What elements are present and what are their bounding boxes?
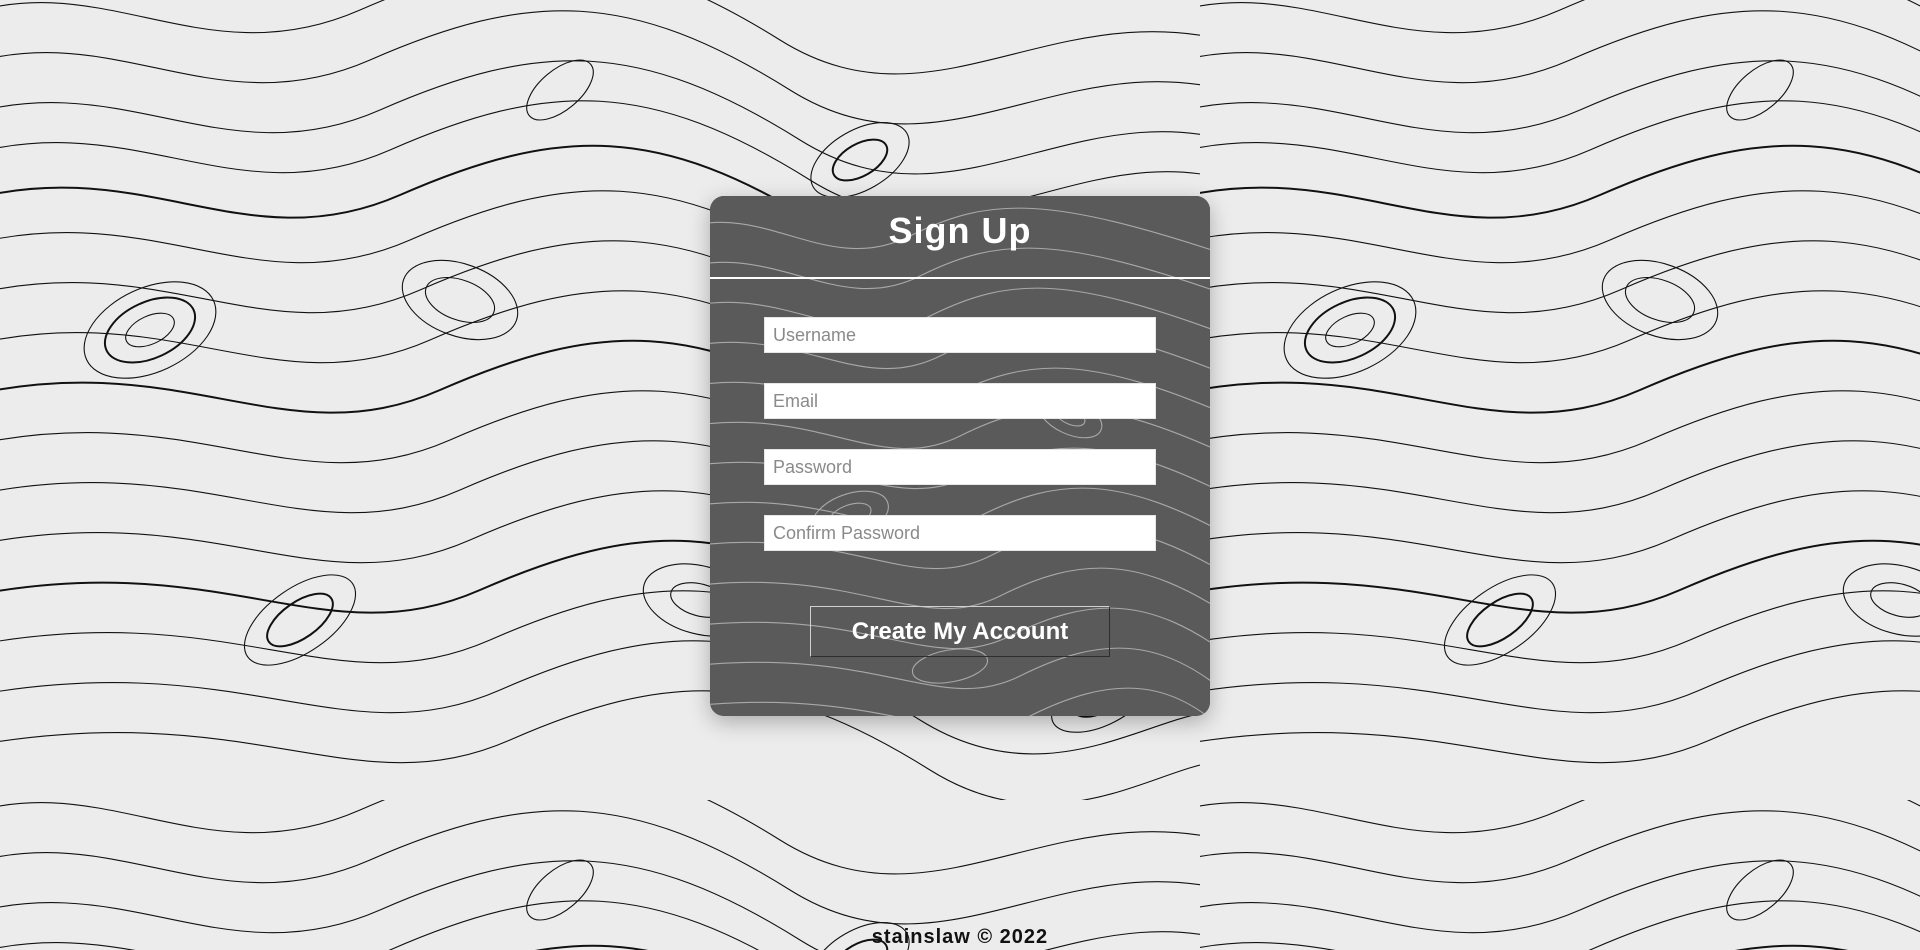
create-account-button[interactable]: Create My Account bbox=[810, 606, 1110, 657]
username-input[interactable] bbox=[764, 317, 1156, 353]
signup-title: Sign Up bbox=[888, 210, 1032, 251]
signup-card: Sign Up Create My Account bbox=[710, 196, 1210, 716]
password-input[interactable] bbox=[764, 449, 1156, 485]
confirm-password-input[interactable] bbox=[764, 515, 1156, 551]
email-input[interactable] bbox=[764, 383, 1156, 419]
footer-copyright: stainslaw © 2022 bbox=[871, 926, 1049, 948]
title-divider bbox=[710, 277, 1210, 279]
